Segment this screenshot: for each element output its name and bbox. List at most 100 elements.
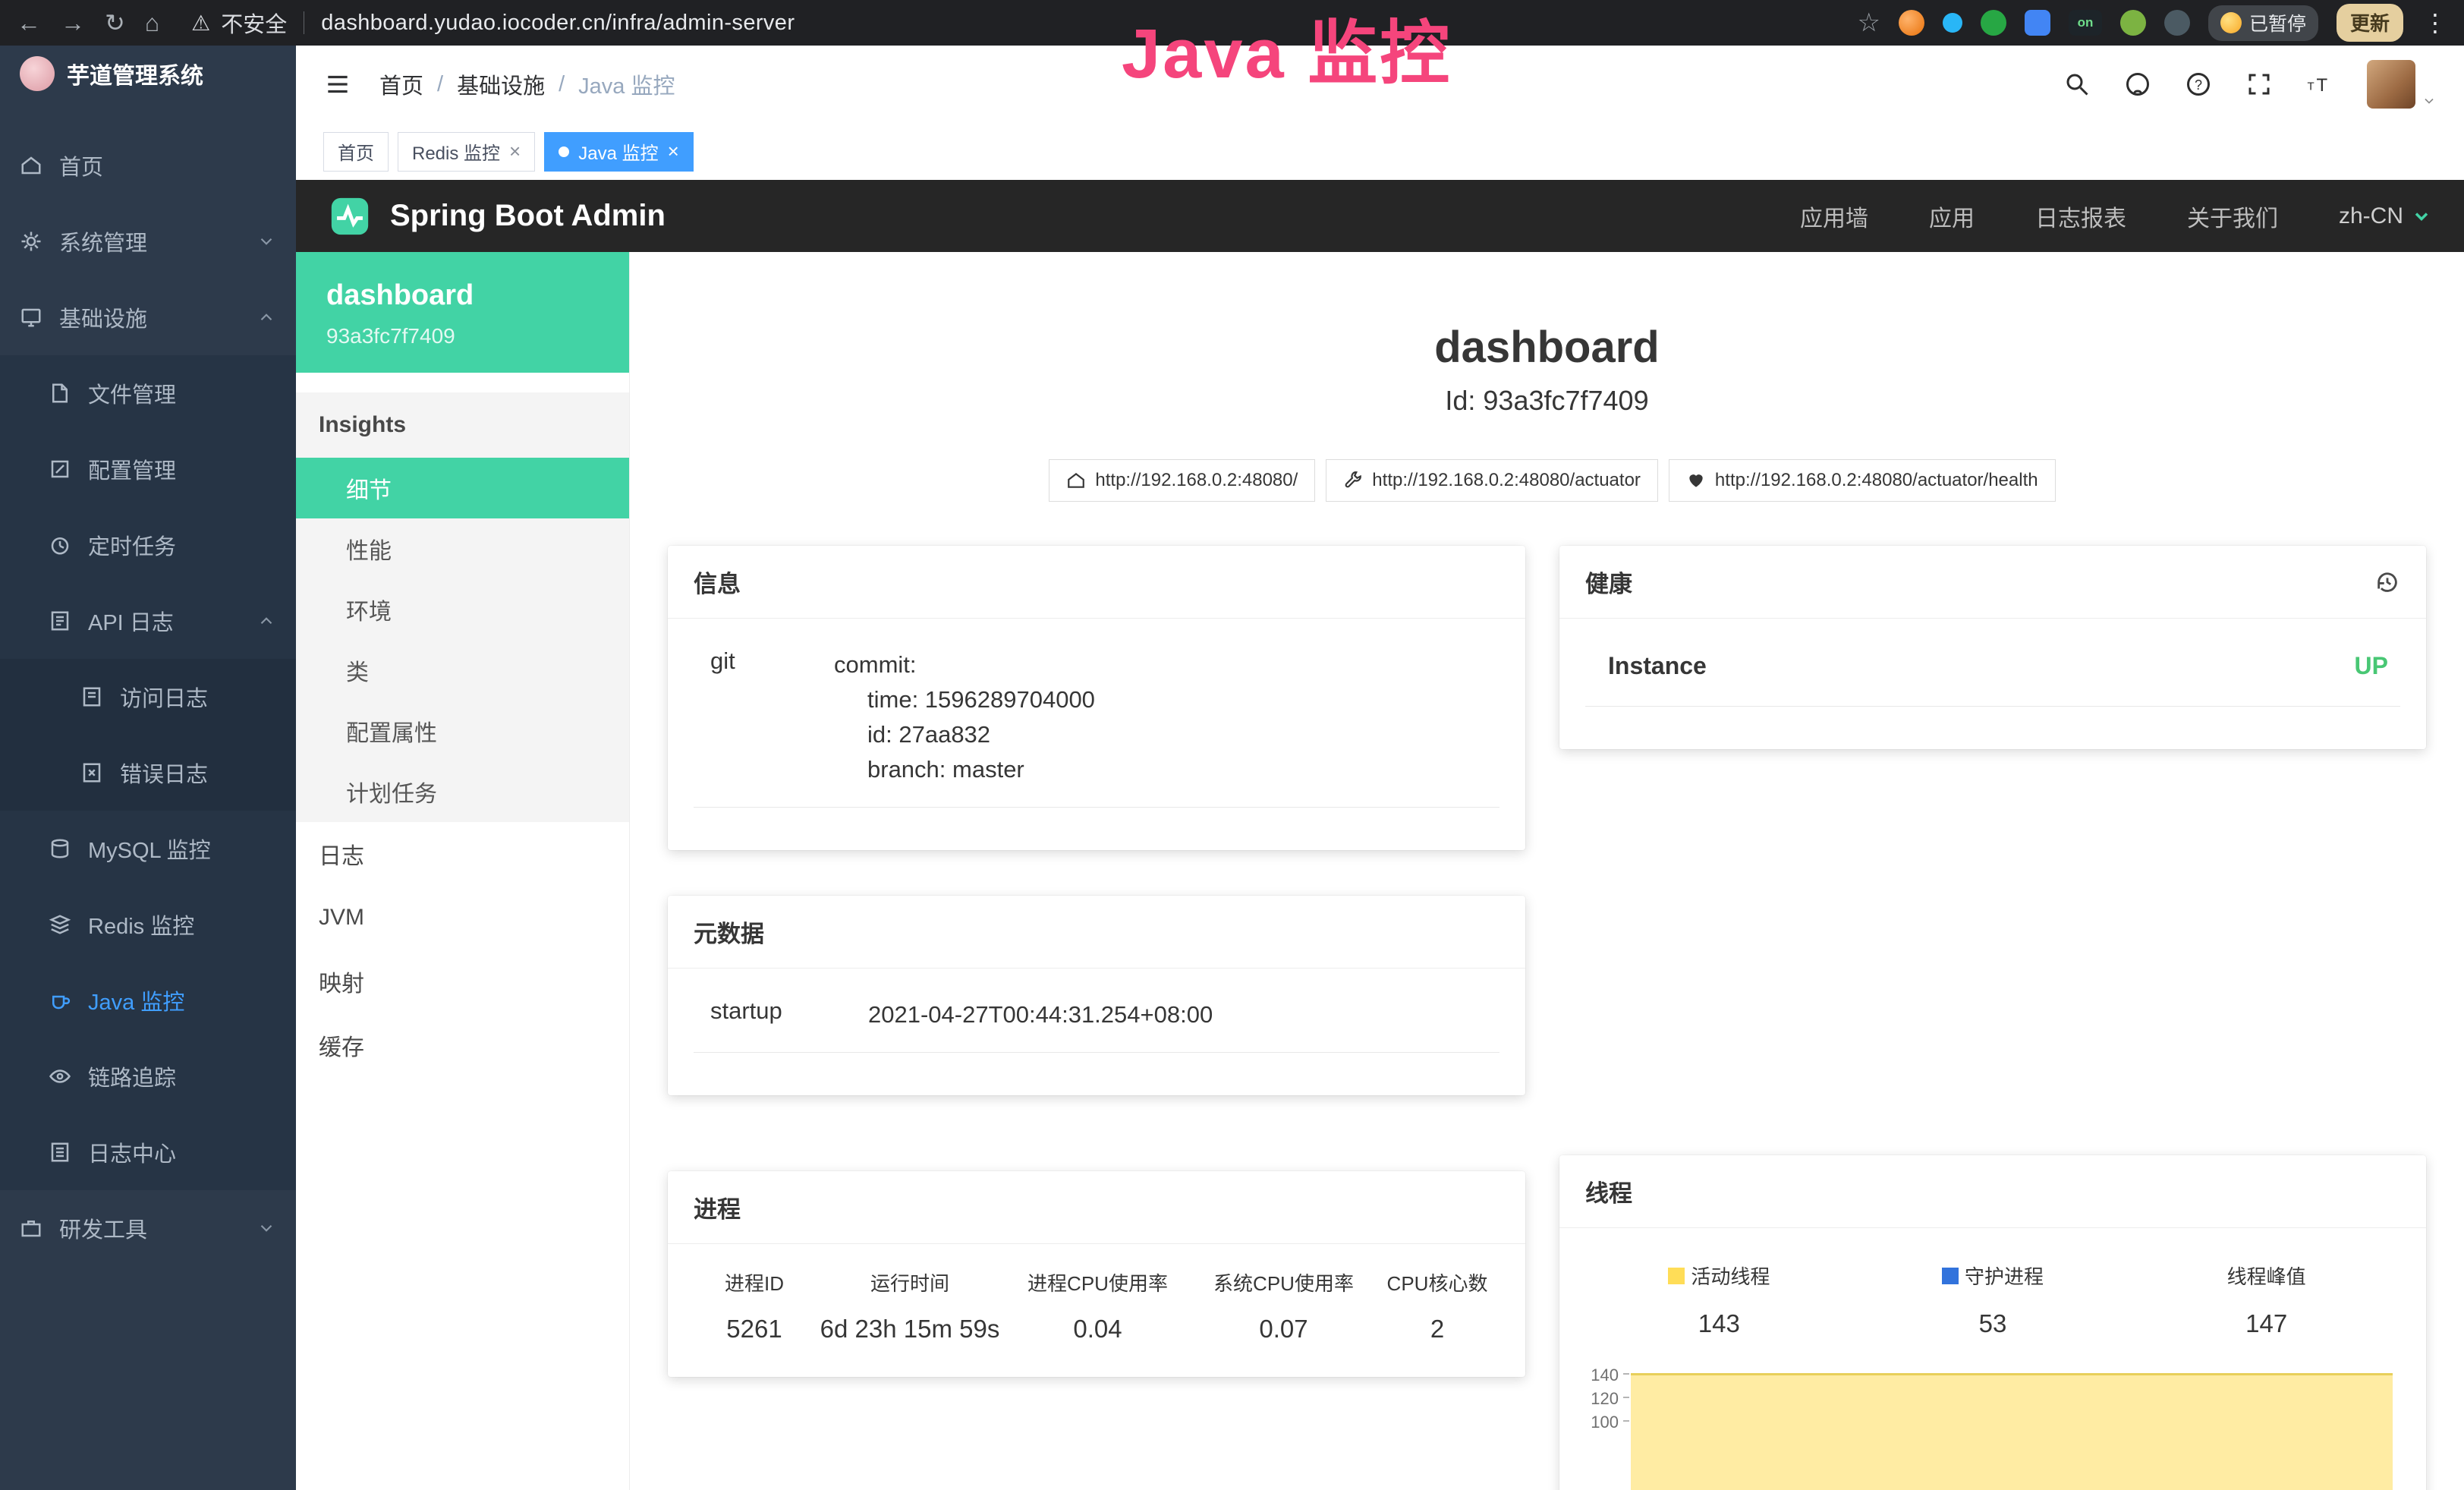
sidebar-item-log-center[interactable]: 日志中心 (0, 1114, 296, 1190)
spring-boot-admin-logo[interactable] (328, 194, 372, 238)
access-log-icon (80, 685, 103, 708)
extension-icon-grid[interactable] (2025, 10, 2050, 36)
instance-tab-configprops[interactable]: 配置属性 (296, 701, 629, 761)
instance-tab-metrics[interactable]: 性能 (296, 518, 629, 579)
health-url-link[interactable]: http://192.168.0.2:48080/actuator/health (1669, 459, 2056, 502)
sidebar-item-home[interactable]: 首页 (0, 128, 296, 203)
cards-grid: 信息 git commit: time: 1596289704000 id: 2… (668, 546, 2426, 1490)
sidebar-item-label: 定时任务 (88, 529, 176, 561)
y-tick-label: 140 (1591, 1366, 1619, 1385)
forward-button[interactable]: → (61, 11, 85, 35)
sba-nav-applications[interactable]: 应用 (1929, 200, 1975, 233)
help-icon[interactable]: ? (2185, 71, 2212, 98)
instance-tab-scheduled-tasks[interactable]: 计划任务 (296, 761, 629, 822)
service-url-link[interactable]: http://192.168.0.2:48080/ (1049, 459, 1315, 502)
tag-tabs-bar: 首页 Redis 监控 × Java 监控 × (296, 123, 2464, 180)
instance-tab-jvm[interactable]: JVM (296, 886, 629, 950)
instance-tab-classes[interactable]: 类 (296, 640, 629, 701)
extension-on-badge[interactable]: on (2069, 10, 2102, 36)
user-menu[interactable] (2367, 60, 2437, 109)
legend-label: 守护进程 (1965, 1262, 2044, 1290)
chrome-update-button[interactable]: 更新 (2337, 4, 2403, 42)
extension-icon-leaf[interactable] (2120, 10, 2146, 36)
github-icon[interactable] (2124, 71, 2151, 98)
breadcrumb-infrastructure[interactable]: 基础设施 (457, 68, 545, 100)
sidebar-item-java-monitor[interactable]: Java 监控 (0, 962, 296, 1038)
instance-tab-environment[interactable]: 环境 (296, 579, 629, 640)
actuator-url-link[interactable]: http://192.168.0.2:48080/actuator (1326, 459, 1658, 502)
active-dot (559, 146, 569, 157)
gear-icon (20, 230, 42, 253)
breadcrumb-home[interactable]: 首页 (379, 68, 423, 100)
search-icon[interactable] (2063, 71, 2091, 98)
locale-label: zh-CN (2339, 203, 2403, 229)
daemon-threads-swatch (1942, 1268, 1959, 1284)
close-icon[interactable]: × (668, 140, 679, 163)
app-logo-row[interactable]: 芋道管理系统 (0, 46, 296, 102)
url-text: dashboard.yudao.iocoder.cn/infra/admin-s… (321, 11, 795, 36)
sidebar-item-redis-monitor[interactable]: Redis 监控 (0, 887, 296, 962)
threads-card: 线程 活动线程 143 守护进程 (1559, 1155, 2426, 1490)
browser-menu-icon[interactable]: ⋮ (2423, 8, 2447, 37)
extension-icon-orange[interactable] (1899, 10, 1924, 36)
instance-name: dashboard (326, 279, 599, 312)
extension-icon-dark[interactable] (2164, 10, 2190, 36)
locale-selector[interactable]: zh-CN (2339, 203, 2432, 229)
sidebar-item-label: 基础设施 (59, 301, 147, 333)
back-button[interactable]: ← (17, 11, 41, 35)
instance-tab-caches[interactable]: 缓存 (296, 1013, 629, 1077)
sidebar-item-config-management[interactable]: 配置管理 (0, 431, 296, 507)
extension-icon-green[interactable] (1981, 10, 2006, 36)
address-bar[interactable]: ⚠ 不安全 dashboard.yudao.iocoder.cn/infra/a… (191, 7, 795, 39)
instance-header[interactable]: dashboard 93a3fc7f7409 (296, 252, 629, 373)
process-col-header: 进程ID (694, 1268, 815, 1296)
tab-java-monitor[interactable]: Java 监控 × (544, 132, 694, 172)
sidebar-item-scheduled-tasks[interactable]: 定时任务 (0, 507, 296, 583)
instance-tab-mappings[interactable]: 映射 (296, 950, 629, 1013)
bookmark-star-icon[interactable]: ☆ (1857, 8, 1880, 38)
tab-home[interactable]: 首页 (323, 132, 389, 172)
metadata-key: startup (694, 997, 868, 1032)
sidebar-item-dev-tools[interactable]: 研发工具 (0, 1190, 296, 1266)
tab-redis-monitor[interactable]: Redis 监控 × (398, 132, 535, 172)
sba-nav-journal[interactable]: 日志报表 (2035, 200, 2126, 233)
y-tick-label: 100 (1591, 1413, 1619, 1432)
sba-nav-wallboard[interactable]: 应用墙 (1800, 200, 1868, 233)
sidebar-item-error-logs[interactable]: 错误日志 (0, 735, 296, 811)
sidebar-item-link-tracing[interactable]: 链路追踪 (0, 1038, 296, 1114)
profile-paused-chip[interactable]: 已暂停 (2208, 5, 2318, 41)
fullscreen-icon[interactable] (2245, 71, 2273, 98)
reload-button[interactable]: ↻ (105, 11, 125, 35)
sidebar-item-infrastructure[interactable]: 基础设施 (0, 279, 296, 355)
sba-brand[interactable]: Spring Boot Admin (390, 199, 666, 233)
close-icon[interactable]: × (509, 140, 521, 163)
sidebar-item-mysql-monitor[interactable]: MySQL 监控 (0, 811, 296, 887)
infrastructure-icon (20, 306, 42, 329)
sba-nav-about[interactable]: 关于我们 (2187, 200, 2278, 233)
trace-icon (49, 1065, 71, 1088)
process-col-header: 进程CPU使用率 (1005, 1268, 1191, 1296)
extension-icon-drop[interactable] (1943, 13, 1962, 33)
threads-legend: 活动线程 143 守护进程 53 (1559, 1228, 2426, 1338)
sba-content: dashboard 93a3fc7f7409 Insights 细节 性能 环境… (296, 252, 2464, 1490)
home-icon (1066, 471, 1086, 490)
sidebar-item-label: 文件管理 (88, 377, 176, 409)
hamburger-icon[interactable] (323, 70, 352, 99)
sidebar-item-label: 链路追踪 (88, 1060, 176, 1092)
sidebar-item-file-management[interactable]: 文件管理 (0, 355, 296, 431)
sidebar-item-label: 系统管理 (59, 225, 147, 257)
instance-tab-details[interactable]: 细节 (296, 458, 629, 518)
info-key: git (694, 647, 834, 787)
font-size-icon[interactable]: TT (2306, 71, 2333, 98)
metadata-card-title: 元数据 (668, 896, 1525, 969)
sidebar-item-system[interactable]: 系统管理 (0, 203, 296, 279)
history-icon[interactable] (2374, 569, 2400, 595)
sidebar-item-api-logs[interactable]: API 日志 (0, 583, 296, 659)
home-button[interactable]: ⌂ (145, 11, 159, 35)
instance-tab-logs[interactable]: 日志 (296, 822, 629, 886)
app-logo (20, 56, 55, 91)
health-card: 健康 Instance UP (1559, 546, 2426, 749)
sidebar-item-access-logs[interactable]: 访问日志 (0, 659, 296, 735)
sidebar-item-label: Java 监控 (88, 984, 184, 1016)
process-value: 2 (1377, 1315, 1498, 1344)
